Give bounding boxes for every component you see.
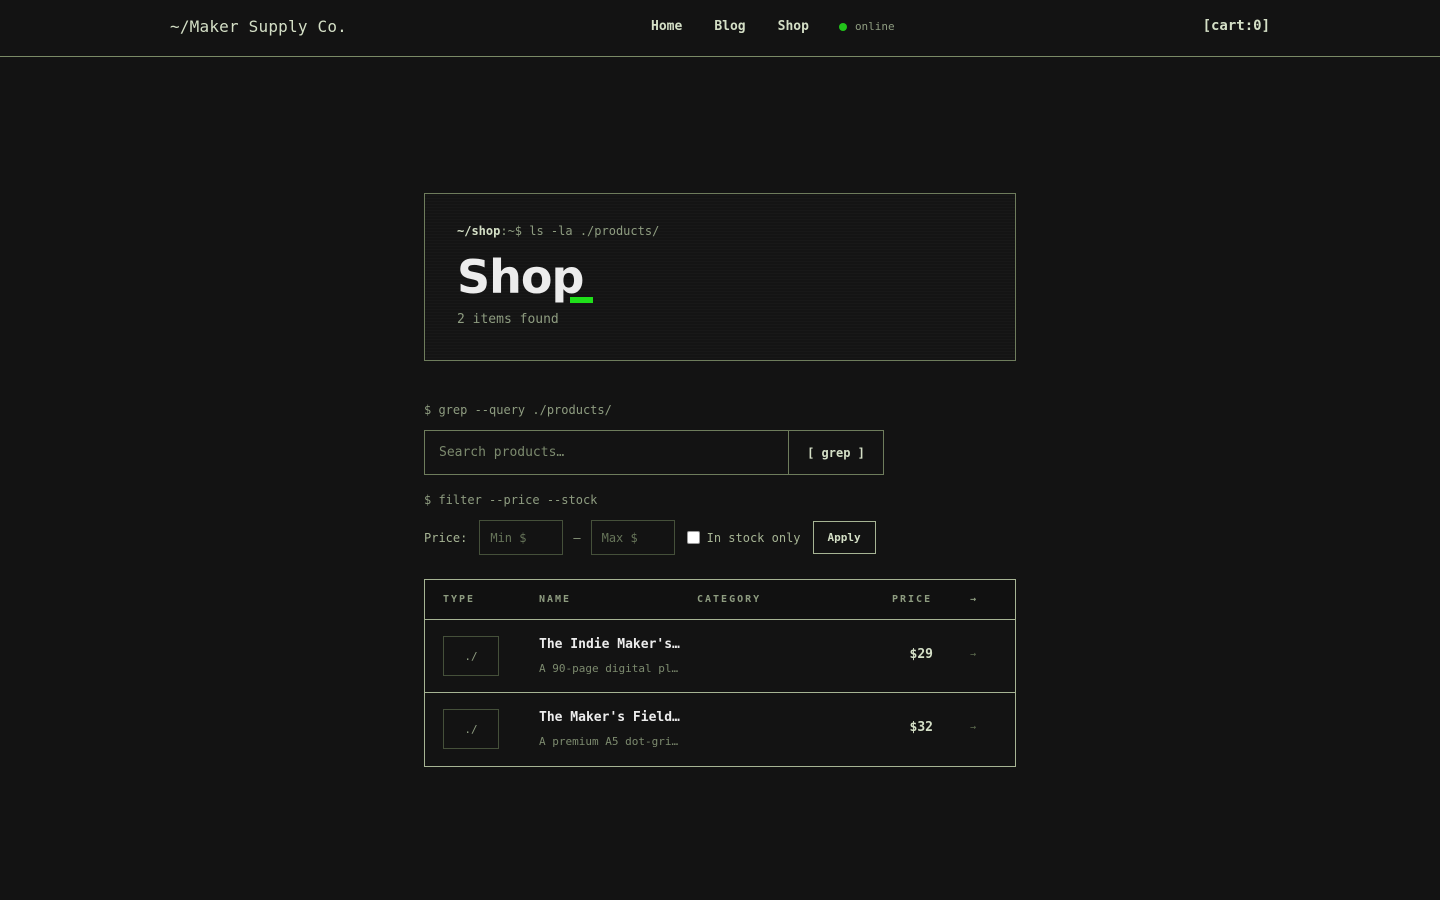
prompt-command: :~$ ls -la ./products/ bbox=[500, 224, 660, 238]
hero-panel: ~/shop:~$ ls -la ./products/ Shop 2 item… bbox=[424, 193, 1016, 361]
product-type-badge: ./ bbox=[443, 709, 499, 749]
row-arrow-icon[interactable]: → bbox=[970, 722, 976, 733]
in-stock-label: In stock only bbox=[706, 530, 801, 545]
nav-shop-link[interactable]: Shop bbox=[778, 19, 809, 34]
product-price: $29 bbox=[909, 647, 933, 662]
table-row[interactable]: ./ The Indie Maker's… A 90-page digital … bbox=[425, 620, 1015, 693]
in-stock-checkbox[interactable] bbox=[686, 531, 700, 544]
product-name[interactable]: The Maker's Field… bbox=[539, 710, 680, 725]
table-header: TYPE NAME CATEGORY PRICE → bbox=[425, 580, 1015, 620]
column-header-category: CATEGORY bbox=[697, 594, 762, 605]
search-input[interactable] bbox=[425, 431, 788, 474]
min-price-input[interactable] bbox=[479, 520, 564, 555]
product-type-badge: ./ bbox=[443, 636, 499, 676]
max-price-input[interactable] bbox=[590, 520, 675, 555]
prompt-path: ~/shop bbox=[457, 224, 501, 238]
cursor-block-icon bbox=[570, 297, 593, 303]
items-count: 2 items found bbox=[457, 312, 559, 327]
product-name[interactable]: The Indie Maker's… bbox=[539, 637, 680, 652]
status-dot-icon bbox=[838, 22, 847, 31]
filter-bar: Price: — In stock only Apply bbox=[424, 520, 876, 555]
main-nav: Home Blog Shop online bbox=[651, 19, 895, 34]
product-description: A 90-page digital pl… bbox=[539, 662, 679, 675]
nav-home-link[interactable]: Home bbox=[651, 19, 682, 34]
brand-logo[interactable]: ~/Maker Supply Co. bbox=[170, 17, 347, 36]
product-price: $32 bbox=[909, 720, 933, 735]
table-row[interactable]: ./ The Maker's Field… A premium A5 dot-g… bbox=[425, 693, 1015, 766]
apply-filter-button[interactable]: Apply bbox=[812, 521, 876, 554]
nav-blog-link[interactable]: Blog bbox=[714, 19, 745, 34]
product-description: A premium A5 dot-gri… bbox=[539, 735, 679, 748]
top-nav-bar: ~/Maker Supply Co. Home Blog Shop online… bbox=[0, 0, 1440, 57]
search-command-label: $ grep --query ./products/ bbox=[424, 403, 612, 417]
in-stock-filter[interactable]: In stock only bbox=[686, 530, 801, 545]
price-range-dash: — bbox=[573, 530, 581, 545]
column-header-type: TYPE bbox=[443, 594, 476, 605]
filter-command-label: $ filter --price --stock bbox=[424, 493, 598, 507]
status-text: online bbox=[854, 20, 895, 33]
column-header-price: PRICE bbox=[892, 594, 933, 605]
row-arrow-icon[interactable]: → bbox=[970, 649, 976, 660]
cart-link[interactable]: [cart:0] bbox=[1203, 18, 1270, 34]
hero-prompt: ~/shop:~$ ls -la ./products/ bbox=[457, 224, 659, 238]
column-header-name: NAME bbox=[539, 594, 572, 605]
products-table: TYPE NAME CATEGORY PRICE → ./ The Indie … bbox=[424, 579, 1016, 767]
price-label: Price: bbox=[424, 530, 468, 545]
grep-button[interactable]: [ grep ] bbox=[788, 431, 883, 474]
page-title: Shop bbox=[457, 250, 584, 304]
column-header-arrow-icon: → bbox=[970, 594, 979, 605]
search-bar: [ grep ] bbox=[424, 430, 884, 475]
status-indicator: online bbox=[838, 20, 895, 33]
